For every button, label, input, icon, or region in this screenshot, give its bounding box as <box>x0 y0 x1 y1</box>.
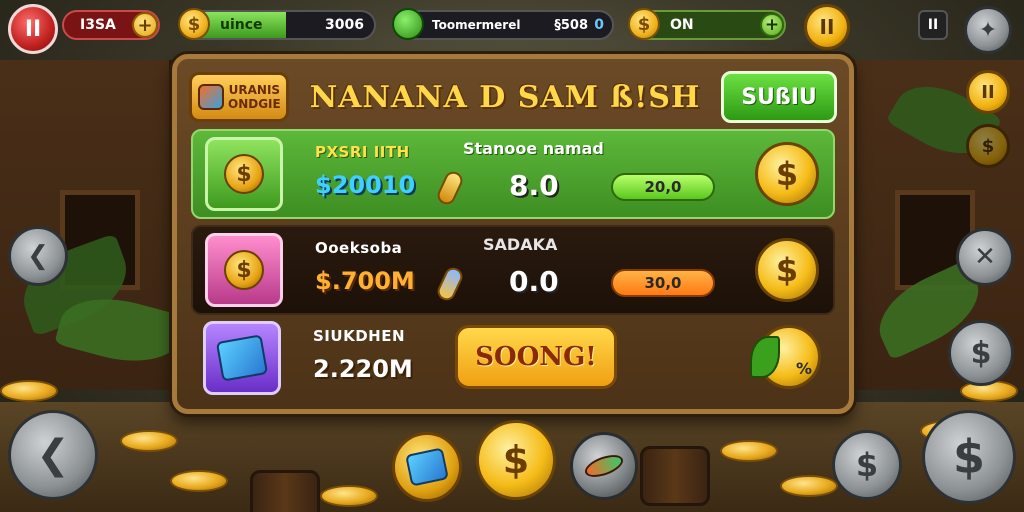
coin-icon: $ <box>628 8 660 40</box>
previous-button[interactable]: ❮ <box>8 410 98 500</box>
item-bottom-button[interactable] <box>570 432 638 500</box>
silver-coin-button[interactable]: $ <box>948 320 1014 386</box>
coin-icon: $ <box>502 438 530 482</box>
pause-icon: II <box>24 16 42 42</box>
map-icon <box>405 447 449 487</box>
item-price: 2.220M <box>313 355 413 383</box>
add-currency-button[interactable]: + <box>760 13 784 37</box>
coin-icon: $ <box>775 251 799 289</box>
panel-title: NANANA D SAM ß!SH <box>309 79 701 115</box>
coin-stack-icon: $ <box>224 154 264 194</box>
shop-item-row[interactable]: $ Ooeksoba $.700M SADAKA 0.0 30,0 $ <box>191 225 835 315</box>
currency-2-label: Toomermerel <box>432 18 521 32</box>
small-pause-button[interactable]: II <box>918 10 948 40</box>
item-progress-pill: 30,0 <box>611 269 715 297</box>
leaf-icon <box>750 336 780 378</box>
shop-item-row[interactable]: SIUKDHEN 2.220M SOONG! % <box>191 315 835 401</box>
currency-2-extra: 0 <box>594 17 604 33</box>
coin-icon: $ <box>775 155 799 193</box>
background-coin-pile <box>720 440 778 462</box>
lives-text: I3SA <box>80 17 116 33</box>
coin-icon: $ <box>952 430 985 484</box>
close-button[interactable]: ✕ <box>956 228 1014 286</box>
item-name: SIUKDHEN <box>313 327 405 345</box>
left-arrow-icon: ❮ <box>27 241 49 271</box>
item-action-button[interactable]: SOONG! <box>455 325 617 389</box>
right-pause-button[interactable]: II <box>966 70 1010 114</box>
coin-icon: $ <box>970 335 992 371</box>
feather-icon <box>434 264 466 304</box>
background-coin-pile <box>170 470 228 492</box>
shop-badge-icon <box>198 84 224 110</box>
add-lives-button[interactable]: + <box>132 12 158 38</box>
item-name: PXSRI IITH <box>315 143 410 161</box>
back-button[interactable]: ❮ <box>8 226 68 286</box>
item-stat-label: Stanooe namad <box>463 139 604 158</box>
currency-1-label: uince <box>220 17 263 33</box>
board-icon <box>582 450 626 482</box>
item-thumbnail: $ <box>205 233 283 307</box>
item-stat-value: 0.0 <box>509 265 559 298</box>
item-thumbnail: $ <box>205 137 283 211</box>
item-stat-label: SADAKA <box>483 235 558 254</box>
item-stat-value: 8.0 <box>509 169 559 202</box>
currency-1-value: 3006 <box>325 17 364 33</box>
item-name: Ooeksoba <box>315 239 403 257</box>
item-price: $.700M <box>315 267 415 295</box>
currency-pill-2: Toomermerel §508 0 <box>396 10 614 40</box>
item-progress-pill: 20,0 <box>611 173 715 201</box>
pause-icon: II <box>927 17 939 33</box>
coin-icon: $ <box>178 8 210 40</box>
main-coin-button[interactable]: $ <box>476 420 556 500</box>
buy-coin-button[interactable]: $ <box>755 238 819 302</box>
pause-button[interactable]: II <box>8 4 58 54</box>
left-arrow-icon: ❮ <box>36 432 70 478</box>
shop-badge-text: URANIS ONDGIE <box>228 83 281 111</box>
pause-icon: II <box>819 15 835 39</box>
background-coin-pile <box>320 485 378 507</box>
background-coin-pile <box>120 430 178 452</box>
close-icon: ✕ <box>974 242 996 272</box>
shop-panel: URANIS ONDGIE NANANA D SAM ß!SH SUßIU $ … <box>172 54 854 414</box>
coin-icon: $ <box>981 135 995 157</box>
header-action-button[interactable]: SUßIU <box>721 71 837 123</box>
item-price: $20010 <box>315 171 416 199</box>
map-button[interactable]: ✦ <box>964 6 1012 54</box>
buy-coin-button[interactable]: $ <box>755 142 819 206</box>
pause-gold-button[interactable]: II <box>804 4 850 50</box>
shop-badge: URANIS ONDGIE <box>189 72 289 122</box>
currency-3-label: ON <box>670 17 694 33</box>
right-coin-button[interactable]: $ <box>966 124 1010 168</box>
currency-2-value: §508 <box>554 17 588 33</box>
background-coin-pile <box>780 475 838 497</box>
shop-item-row[interactable]: $ PXSRI IITH $20010 Stanooe namad 8.0 20… <box>191 129 835 219</box>
discount-coin-button[interactable]: % <box>750 325 821 389</box>
background-barrel <box>640 446 710 506</box>
panel-header: URANIS ONDGIE NANANA D SAM ß!SH SUßIU <box>189 69 837 125</box>
coin-tilt-icon <box>434 168 466 208</box>
background-coin-pile <box>0 380 58 402</box>
big-silver-coin-button[interactable]: $ <box>922 410 1016 504</box>
coin-icon: $ <box>855 446 879 484</box>
discount-percent: % <box>795 359 812 378</box>
gem-icon <box>392 8 424 40</box>
map-bottom-button[interactable] <box>392 432 462 502</box>
treasure-box-icon <box>215 334 269 382</box>
pause-icon: II <box>981 81 995 103</box>
background-barrel <box>250 470 320 512</box>
item-thumbnail <box>203 321 281 395</box>
silver-coin-bottom-button[interactable]: $ <box>832 430 902 500</box>
coin-stack-icon: $ <box>224 250 264 290</box>
map-icon: ✦ <box>978 17 998 43</box>
